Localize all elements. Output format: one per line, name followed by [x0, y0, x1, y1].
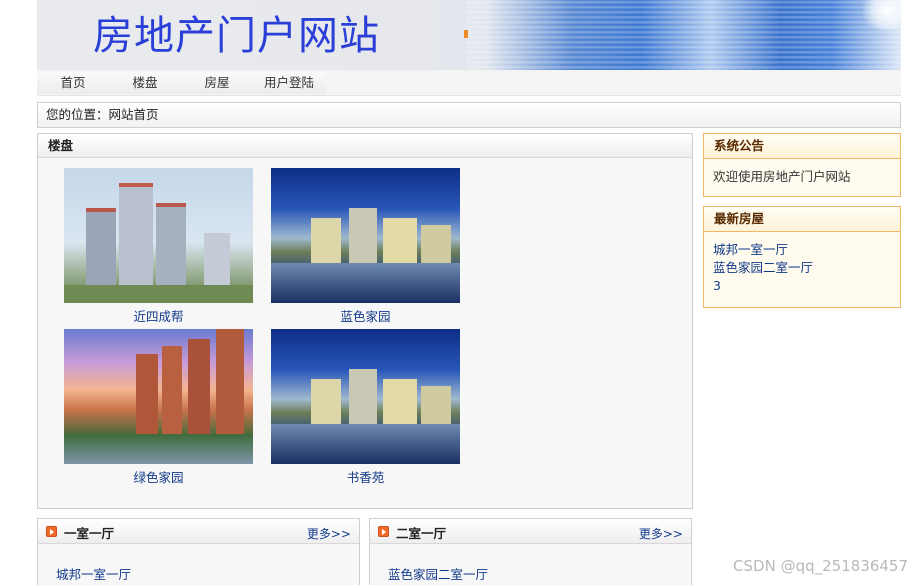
arrow-bullet-icon: [46, 526, 57, 537]
estates-panel: 楼盘 近四成帮 蓝色家园 绿色家园 书香苑: [37, 133, 693, 509]
latest-house-link[interactable]: 城邦一室一厅: [713, 241, 891, 259]
main-nav: 首页 楼盘 房屋 用户登陆: [37, 70, 901, 96]
site-title: 房地产门户网站: [93, 13, 380, 59]
more-link[interactable]: 更多>>: [307, 525, 351, 542]
estate-card[interactable]: 蓝色家园: [271, 168, 460, 325]
notice-box: 系统公告 欢迎使用房地产门户网站: [703, 133, 901, 197]
latest-house-link[interactable]: 3: [713, 277, 891, 295]
nav-item-login[interactable]: 用户登陆: [253, 72, 325, 94]
notice-heading: 系统公告: [704, 134, 900, 159]
arrow-bullet-icon: [378, 526, 389, 537]
banner-accent: [464, 30, 468, 38]
nav-item-houses[interactable]: 房屋: [181, 72, 253, 94]
banner-light-streaks: [467, 0, 901, 70]
estate-card[interactable]: 书香苑: [271, 329, 460, 486]
nav-item-estates[interactable]: 楼盘: [109, 72, 181, 94]
house-link[interactable]: 蓝色家园二室一厅: [388, 567, 488, 582]
estate-card[interactable]: 绿色家园: [64, 329, 253, 486]
estate-name[interactable]: 近四成帮: [64, 306, 253, 325]
more-link[interactable]: 更多>>: [639, 525, 683, 542]
site-banner: 房地产门户网站: [37, 0, 901, 70]
estate-name[interactable]: 书香苑: [271, 467, 460, 486]
breadcrumb: 您的位置：网站首页: [37, 102, 901, 128]
estate-photo[interactable]: [64, 168, 253, 303]
estate-name[interactable]: 绿色家园: [64, 467, 253, 486]
breadcrumb-current[interactable]: 网站首页: [109, 107, 159, 122]
house-link[interactable]: 城邦一室一厅: [56, 567, 131, 582]
breadcrumb-label: 您的位置：: [46, 107, 109, 122]
estates-heading: 楼盘: [38, 134, 692, 158]
one-room-panel: 一室一厅 更多>> 城邦一室一厅: [37, 518, 360, 585]
latest-houses-heading: 最新房屋: [704, 207, 900, 232]
latest-house-link[interactable]: 蓝色家园二室一厅: [713, 259, 891, 277]
notice-text: 欢迎使用房地产门户网站: [713, 169, 851, 184]
panel-title: 二室一厅: [396, 526, 447, 541]
estate-photo[interactable]: [64, 329, 253, 464]
estate-name[interactable]: 蓝色家园: [271, 306, 460, 325]
watermark: CSDN @qq_251836457: [733, 557, 908, 575]
latest-houses-box: 最新房屋 城邦一室一厅 蓝色家园二室一厅 3: [703, 206, 901, 308]
estate-photo[interactable]: [271, 329, 460, 464]
nav-item-home[interactable]: 首页: [37, 72, 109, 94]
estate-photo[interactable]: [271, 168, 460, 303]
panel-title: 一室一厅: [64, 526, 115, 541]
estate-card[interactable]: 近四成帮: [64, 168, 253, 325]
two-room-panel: 二室一厅 更多>> 蓝色家园二室一厅: [369, 518, 692, 585]
